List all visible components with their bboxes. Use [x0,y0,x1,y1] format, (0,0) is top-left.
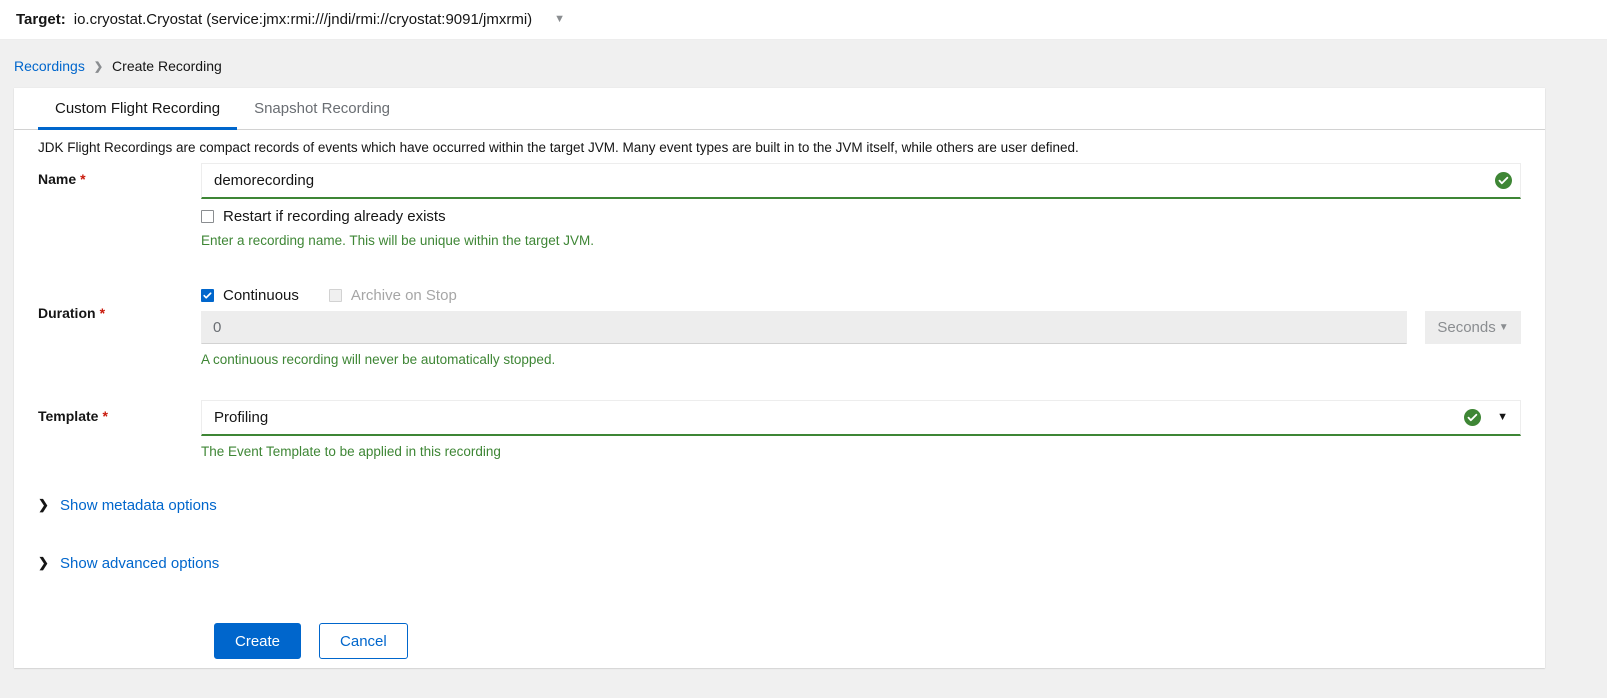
tab-custom-flight-recording[interactable]: Custom Flight Recording [38,88,238,130]
required-marker: * [102,408,108,424]
restart-checkbox[interactable] [201,210,214,223]
caret-down-icon[interactable]: ▼ [1497,412,1508,423]
continuous-checkbox-group[interactable]: Continuous [201,287,299,304]
duration-fields: 0 Seconds ▼ [201,311,1521,344]
name-label: Name * [38,163,201,187]
template-label: Template * [38,400,201,424]
template-input[interactable] [212,408,1465,427]
check-circle-icon [1495,172,1512,189]
target-label: Target: [16,11,66,28]
cancel-button[interactable]: Cancel [319,623,408,659]
duration-unit-label: Seconds [1437,319,1496,336]
archive-on-stop-checkbox [328,289,342,302]
form-row-template: Template* ▼ The Event Template to be app… [38,400,1521,459]
form-row-name: Name* Restart if recording already exist… [38,163,1521,248]
chevron-right-icon: ❯ [93,60,104,73]
name-helper-text: Enter a recording name. This will be uni… [201,233,594,248]
breadcrumb-link-recordings[interactable]: Recordings [14,58,85,74]
create-recording-card: Custom Flight Recording Snapshot Recordi… [14,88,1545,668]
duration-label: Duration * [38,278,201,321]
template-select-wrapper[interactable]: ▼ [201,400,1521,436]
template-helper-text: The Event Template to be applied in this… [201,444,501,459]
duration-checkbox-row: Continuous Archive on Stop [201,287,1521,304]
chevron-right-icon: ❯ [38,497,49,512]
breadcrumb: Recordings ❯ Create Recording [0,40,1607,84]
duration-label-text: Duration [38,305,96,321]
duration-helper-text: A continuous recording will never be aut… [201,352,556,367]
name-input-wrapper[interactable] [201,163,1521,199]
show-metadata-options-label[interactable]: Show metadata options [60,497,217,514]
create-recording-form: Name* Restart if recording already exist… [14,163,1545,459]
check-circle-icon [1464,409,1482,426]
name-label-text: Name [38,171,77,187]
form-intro-text: JDK Flight Recordings are compact record… [38,140,1079,155]
show-advanced-options-label[interactable]: Show advanced options [60,555,219,572]
chevron-right-icon: ❯ [38,555,49,570]
duration-control: Continuous Archive on Stop 0 Seconds ▼ A… [201,278,1521,367]
archive-on-stop-label: Archive on Stop [350,287,457,304]
continuous-checkbox[interactable] [201,289,214,302]
create-button[interactable]: Create [214,623,302,659]
tab-label: Snapshot Recording [254,100,391,117]
recording-type-tabs: Custom Flight Recording Snapshot Recordi… [14,88,1545,130]
duration-input: 0 [201,311,1407,344]
required-marker: * [80,171,86,187]
show-advanced-options-toggle[interactable]: ❯ Show advanced options [14,553,1545,573]
duration-unit-select: Seconds ▼ [1425,311,1521,344]
tab-snapshot-recording[interactable]: Snapshot Recording [237,88,407,129]
chevron-down-icon[interactable]: ▼ [554,14,565,25]
required-marker: * [99,305,106,321]
archive-on-stop-group: Archive on Stop [328,287,457,304]
breadcrumb-current: Create Recording [112,58,222,74]
name-input[interactable] [212,171,1495,190]
restart-checkbox-row[interactable]: Restart if recording already exists [201,208,1521,225]
target-value[interactable]: io.cryostat.Cryostat (service:jmx:rmi://… [74,11,532,28]
template-control: ▼ The Event Template to be applied in th… [201,400,1521,459]
template-label-text: Template [38,408,99,424]
show-metadata-options-toggle[interactable]: ❯ Show metadata options [14,495,1545,515]
form-action-buttons: Create Cancel [14,623,1545,659]
name-control: Restart if recording already exists Ente… [201,163,1521,248]
tab-label: Custom Flight Recording [55,100,221,117]
form-row-duration: Duration * Continuous Archive on Stop 0 … [38,278,1521,367]
caret-down-icon: ▼ [1498,322,1509,333]
target-bar: Target: io.cryostat.Cryostat (service:jm… [0,0,1607,40]
restart-checkbox-label[interactable]: Restart if recording already exists [223,208,446,225]
continuous-checkbox-label[interactable]: Continuous [223,287,299,304]
